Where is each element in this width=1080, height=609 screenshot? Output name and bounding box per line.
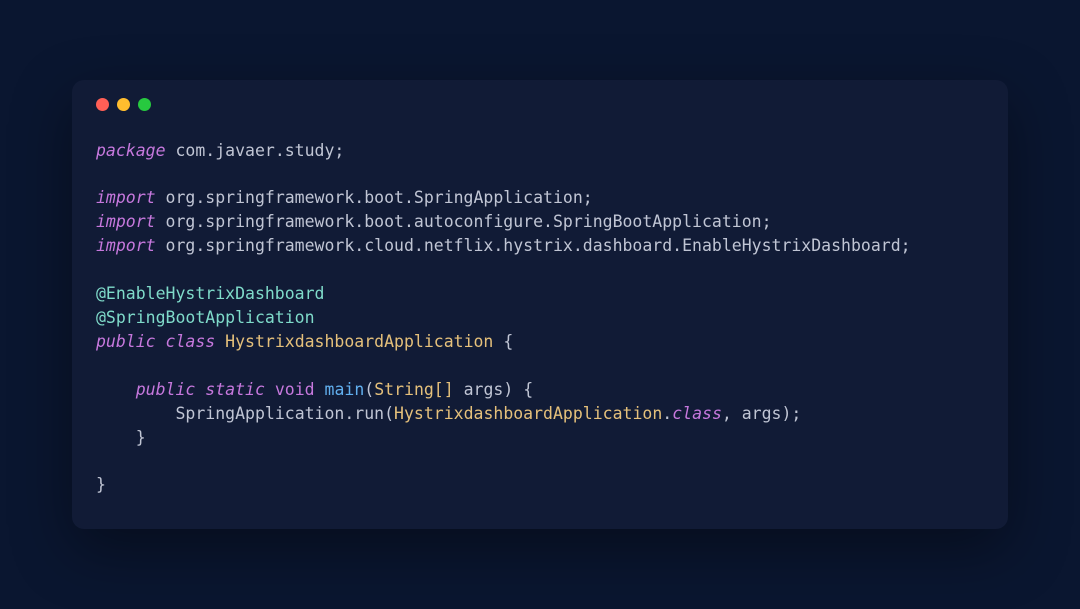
spring-application: SpringApplication — [175, 404, 344, 423]
import-path-3: org.springframework.cloud.netflix.hystri… — [156, 236, 911, 255]
minimize-icon[interactable] — [117, 98, 130, 111]
type-string-array: String[] — [374, 380, 463, 399]
brace-close-inner: } — [96, 428, 146, 447]
keyword-void: void — [265, 380, 325, 399]
paren-close-brace: ) { — [503, 380, 533, 399]
space — [195, 380, 205, 399]
brace-open: { — [503, 332, 513, 351]
annotation-enable-hystrix: @EnableHystrixDashboard — [96, 284, 324, 303]
keyword-class: class — [166, 332, 216, 351]
method-main: main — [325, 380, 365, 399]
comma-args-close: , args); — [722, 404, 801, 423]
keyword-static: static — [205, 380, 265, 399]
annotation-springboot: @SpringBootApplication — [96, 308, 315, 327]
class-ref: HystrixdashboardApplication — [394, 404, 662, 423]
code-content: package com.javaer.study; import org.spr… — [96, 139, 984, 498]
keyword-public: public — [136, 380, 196, 399]
package-path: com.javaer.study; — [166, 141, 345, 160]
class-name: HystrixdashboardApplication — [215, 332, 503, 351]
keyword-import: import — [96, 212, 156, 231]
keyword-import: import — [96, 236, 156, 255]
keyword-import: import — [96, 188, 156, 207]
keyword-package: package — [96, 141, 166, 160]
indent — [96, 380, 136, 399]
brace-close-outer: } — [96, 475, 106, 494]
indent — [96, 404, 175, 423]
window-controls — [96, 98, 984, 111]
close-icon[interactable] — [96, 98, 109, 111]
dot-run: .run( — [344, 404, 394, 423]
param-args: args — [464, 380, 504, 399]
maximize-icon[interactable] — [138, 98, 151, 111]
dot: . — [662, 404, 672, 423]
import-path-2: org.springframework.boot.autoconfigure.S… — [156, 212, 772, 231]
code-window: package com.javaer.study; import org.spr… — [72, 80, 1008, 530]
keyword-public: public — [96, 332, 156, 351]
paren-open: ( — [364, 380, 374, 399]
space — [156, 332, 166, 351]
import-path-1: org.springframework.boot.SpringApplicati… — [156, 188, 593, 207]
class-literal: class — [672, 404, 722, 423]
